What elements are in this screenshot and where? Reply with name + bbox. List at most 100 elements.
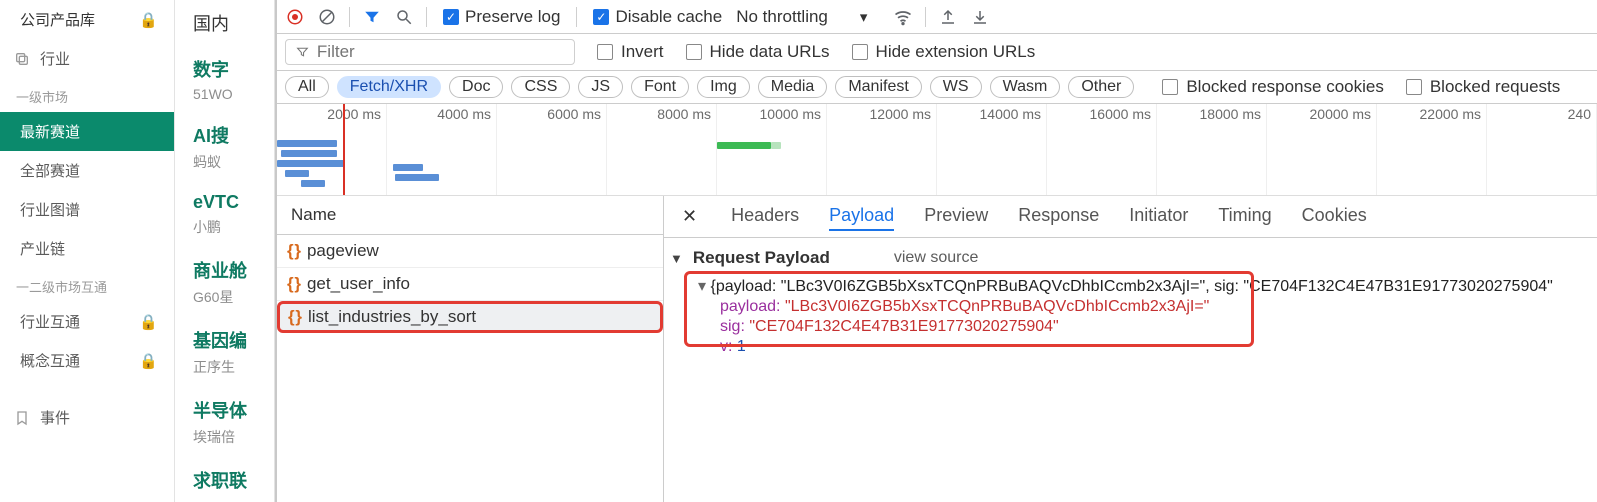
article-item[interactable]: 商业舱G60星: [175, 247, 274, 317]
clear-button[interactable]: [313, 3, 341, 31]
network-toolbar: ✓ Preserve log ✓ Disable cache No thrott…: [277, 0, 1597, 34]
preserve-log-label: Preserve log: [465, 7, 560, 27]
site-sidebar: 公司产品库 🔒 行业 一级市场 最新赛道 全部赛道 行业图谱 产业链 一二级市场…: [0, 0, 175, 502]
import-har-button[interactable]: [966, 3, 994, 31]
request-row[interactable]: { } get_user_info: [277, 268, 663, 301]
timeline-tick: 12000 ms: [827, 106, 937, 122]
timeline-bar: [717, 142, 771, 149]
chevron-down-icon[interactable]: ▾: [860, 8, 868, 26]
type-chip-ws[interactable]: WS: [930, 76, 982, 98]
record-button[interactable]: [281, 3, 309, 31]
xhr-icon: { }: [288, 307, 300, 327]
timeline-tick: 8000 ms: [607, 106, 717, 122]
sidebar-item-industry-link[interactable]: 行业互通 🔒: [0, 302, 174, 341]
disable-cache-label: Disable cache: [615, 7, 722, 27]
article-column: 国内 数字51WO AI搜蚂蚁 eVTC小鹏 商业舱G60星 基因编正序生 半导…: [175, 0, 275, 502]
export-har-button[interactable]: [934, 3, 962, 31]
article-title: 求职联: [193, 467, 262, 493]
detail-tab-initiator[interactable]: Initiator: [1129, 202, 1188, 231]
detail-tab-response[interactable]: Response: [1018, 202, 1099, 231]
type-chip-doc[interactable]: Doc: [449, 76, 503, 98]
article-item[interactable]: 国内: [175, 0, 274, 46]
article-sub: 51WO: [193, 86, 262, 102]
xhr-icon: { }: [287, 241, 299, 261]
sidebar-item-latest-track[interactable]: 最新赛道: [0, 112, 174, 151]
type-chip-wasm[interactable]: Wasm: [990, 76, 1061, 98]
payload-section-title[interactable]: ▼ Request Payload view source: [670, 248, 1581, 268]
blocked-requests-label: Blocked requests: [1430, 77, 1560, 97]
sidebar-item-concept-link[interactable]: 概念互通 🔒: [0, 341, 174, 380]
filter-toggle-button[interactable]: [358, 3, 386, 31]
detail-tab-cookies[interactable]: Cookies: [1302, 202, 1367, 231]
article-sub: G60星: [193, 287, 262, 307]
sidebar-industry-label: 行业: [40, 48, 70, 69]
detail-tab-timing[interactable]: Timing: [1218, 202, 1271, 231]
disable-cache-checkbox[interactable]: ✓ Disable cache: [593, 7, 722, 27]
detail-tab-preview[interactable]: Preview: [924, 202, 988, 231]
timeline-tick: 10000 ms: [717, 106, 827, 122]
type-chip-media[interactable]: Media: [758, 76, 828, 98]
checkbox-checked-icon: ✓: [443, 9, 459, 25]
request-list: Name { } pageview { } get_user_info { } …: [277, 196, 664, 502]
invert-label: Invert: [621, 42, 664, 62]
timeline-tick: 22000 ms: [1377, 106, 1487, 122]
type-chip-font[interactable]: Font: [631, 76, 689, 98]
lock-icon: 🔒: [139, 11, 158, 29]
timeline-tick: 16000 ms: [1047, 106, 1157, 122]
article-sub: 正序生: [193, 357, 262, 377]
article-item[interactable]: 数字51WO: [175, 46, 274, 112]
timeline-overview[interactable]: 2000 ms4000 ms6000 ms8000 ms10000 ms1200…: [277, 104, 1597, 196]
request-detail: ✕ Headers Payload Preview Response Initiator…: [664, 196, 1597, 502]
throttling-select[interactable]: No throttling: [736, 7, 828, 27]
sidebar-industry-row[interactable]: 行业: [0, 39, 174, 78]
search-icon: [395, 8, 413, 26]
blocked-requests-checkbox[interactable]: Blocked requests: [1406, 77, 1560, 97]
timeline-tick: 6000 ms: [497, 106, 607, 122]
detail-tab-headers[interactable]: Headers: [731, 202, 799, 231]
hide-ext-urls-label: Hide extension URLs: [876, 42, 1036, 62]
type-chip-other[interactable]: Other: [1068, 76, 1134, 98]
timeline-bar: [393, 164, 423, 171]
type-chip-fetch-xhr[interactable]: Fetch/XHR: [337, 76, 441, 98]
article-item[interactable]: 基因编正序生: [175, 317, 274, 387]
type-chip-js[interactable]: JS: [578, 76, 623, 98]
funnel-outline-icon: [296, 45, 309, 59]
detail-tab-payload[interactable]: Payload: [829, 202, 894, 231]
type-chip-manifest[interactable]: Manifest: [835, 76, 921, 98]
hide-ext-urls-checkbox[interactable]: Hide extension URLs: [852, 42, 1036, 62]
article-title: 半导体: [193, 397, 262, 423]
filter-input-wrap[interactable]: [285, 39, 575, 65]
checkbox-icon: [1406, 79, 1422, 95]
article-sub: 埃瑞倍: [193, 427, 262, 447]
article-item[interactable]: eVTC小鹏: [175, 182, 274, 247]
request-list-header[interactable]: Name: [277, 196, 663, 235]
sidebar-events-row[interactable]: 事件: [0, 398, 174, 437]
close-detail-button[interactable]: ✕: [672, 202, 707, 231]
article-item[interactable]: 半导体埃瑞倍: [175, 387, 274, 457]
article-item[interactable]: AI搜蚂蚁: [175, 112, 274, 182]
timeline-tick: 2000 ms: [277, 106, 387, 122]
hide-data-urls-checkbox[interactable]: Hide data URLs: [686, 42, 830, 62]
request-row[interactable]: { } pageview: [277, 235, 663, 268]
type-chip-all[interactable]: All: [285, 76, 329, 98]
article-sub: 小鹏: [193, 217, 262, 237]
preserve-log-checkbox[interactable]: ✓ Preserve log: [443, 7, 560, 27]
type-chip-img[interactable]: Img: [697, 76, 750, 98]
invert-checkbox[interactable]: Invert: [597, 42, 664, 62]
request-name: pageview: [307, 241, 379, 261]
article-item[interactable]: 求职联: [175, 457, 274, 502]
sidebar-item-map[interactable]: 行业图谱: [0, 190, 174, 229]
blocked-cookies-checkbox[interactable]: Blocked response cookies: [1162, 77, 1384, 97]
sidebar-item-label: 产业链: [20, 238, 65, 259]
timeline-tick: 20000 ms: [1267, 106, 1377, 122]
view-source-link[interactable]: view source: [894, 249, 978, 267]
sidebar-item-chain[interactable]: 产业链: [0, 229, 174, 268]
section-label: Request Payload: [693, 248, 830, 268]
request-row[interactable]: { } list_industries_by_sort: [277, 301, 663, 333]
sidebar-item-all-tracks[interactable]: 全部赛道: [0, 151, 174, 190]
search-button[interactable]: [390, 3, 418, 31]
sidebar-product-header[interactable]: 公司产品库 🔒: [0, 0, 174, 39]
filter-input[interactable]: [317, 42, 564, 62]
type-chip-css[interactable]: CSS: [511, 76, 570, 98]
network-conditions-button[interactable]: [889, 3, 917, 31]
